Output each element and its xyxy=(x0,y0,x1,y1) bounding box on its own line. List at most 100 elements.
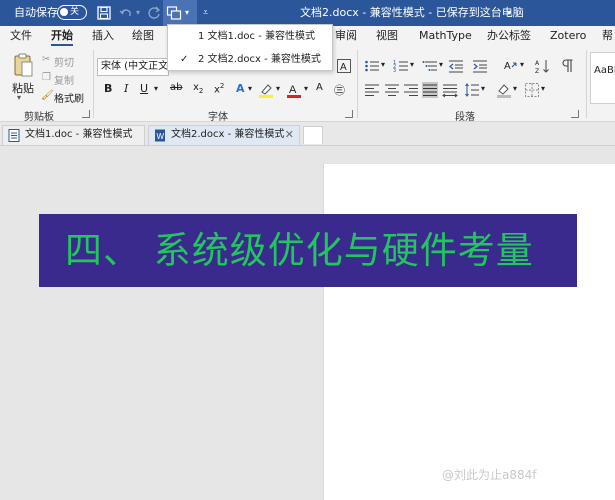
highlight-dropdown-icon[interactable]: ▾ xyxy=(276,84,280,93)
text-effects-dropdown-icon[interactable]: ▾ xyxy=(248,84,252,93)
font-color-icon[interactable]: A xyxy=(286,82,302,98)
svg-text:A: A xyxy=(535,60,540,67)
numbering-dropdown-icon[interactable]: ▾ xyxy=(410,60,414,69)
align-right-icon[interactable] xyxy=(403,82,419,98)
autosave-toggle[interactable]: 关 xyxy=(57,5,87,20)
strikethrough-button[interactable]: ab xyxy=(170,82,182,93)
borders-dropdown-icon[interactable]: ▾ xyxy=(541,84,545,93)
show-marks-icon[interactable] xyxy=(559,58,575,74)
line-spacing-icon[interactable] xyxy=(464,82,480,98)
superscript-button[interactable]: x2 xyxy=(214,82,224,95)
underline-button[interactable]: U xyxy=(140,82,148,95)
tab-office-tab[interactable]: 办公标签 xyxy=(487,28,531,46)
doc-tab-1[interactable]: 文档1.doc - 兼容性模式 xyxy=(2,125,145,145)
decrease-indent-icon[interactable] xyxy=(448,58,464,74)
distributed-icon[interactable] xyxy=(442,82,458,98)
underline-dropdown-icon[interactable]: ▾ xyxy=(154,84,158,93)
document-title: 文档2.docx - 兼容性模式 - 已保存到这台电脑 xyxy=(300,6,524,19)
format-painter-button[interactable]: 格式刷 xyxy=(54,90,84,105)
chinese-layout-dropdown-icon[interactable]: ▾ xyxy=(520,60,524,69)
clipboard-paste-icon[interactable] xyxy=(12,52,34,78)
bullets-dropdown-icon[interactable]: ▾ xyxy=(381,60,385,69)
paste-dropdown-icon[interactable]: ▾ xyxy=(17,93,21,102)
bullets-icon[interactable] xyxy=(364,58,380,74)
sort-icon[interactable]: AZ xyxy=(535,58,551,75)
tab-draw[interactable]: 绘图 xyxy=(132,28,154,46)
new-tab-button[interactable] xyxy=(303,126,323,144)
style-preview-label: AaBb xyxy=(594,65,615,76)
copy-button[interactable]: 复制 xyxy=(54,72,74,87)
font-dialog-launcher-icon[interactable] xyxy=(345,110,353,118)
title-bar: 自动保存 关 ▾ ▾ ⩡ 文档2.docx - 兼容性模式 - 已保存到这台电脑… xyxy=(0,0,615,26)
undo-dropdown-icon[interactable]: ▾ xyxy=(136,0,140,26)
word-doc-icon xyxy=(8,129,20,142)
tab-insert[interactable]: 插入 xyxy=(92,28,114,46)
increase-indent-icon[interactable] xyxy=(472,58,488,74)
document-area xyxy=(0,146,615,500)
styles-gallery[interactable]: AaBb xyxy=(590,52,615,104)
autosave-label: 自动保存 xyxy=(14,6,58,19)
toggle-knob xyxy=(60,8,68,16)
align-center-icon[interactable] xyxy=(384,82,400,98)
font-name-input[interactable]: 宋体 (中文正文) xyxy=(97,58,169,76)
paragraph-group-label: 段落 xyxy=(455,112,475,123)
shading-icon[interactable] xyxy=(496,82,512,98)
doc-tab-2[interactable]: W 文档2.docx - 兼容性模式 ✕ xyxy=(148,125,300,145)
tab-file[interactable]: 文件 xyxy=(10,28,32,46)
close-tab-icon[interactable]: ✕ xyxy=(285,126,294,144)
switch-windows-button[interactable]: ▾ xyxy=(163,0,197,26)
switch-windows-menu: 1 文档1.doc - 兼容性模式 ✓ 2 文档2.docx - 兼容性模式 xyxy=(167,24,333,71)
text-effects-icon[interactable]: A xyxy=(236,82,245,95)
subscript-button[interactable]: x2 xyxy=(193,82,203,95)
tab-mathtype[interactable]: MathType xyxy=(419,28,472,46)
svg-text:3: 3 xyxy=(393,68,396,74)
shading-dropdown-icon[interactable]: ▾ xyxy=(513,84,517,93)
tab-zotero[interactable]: Zotero xyxy=(550,28,586,46)
tab-home[interactable]: 开始 xyxy=(51,28,73,46)
char-border-icon[interactable]: A xyxy=(336,58,352,74)
tab-review[interactable]: 审阅 xyxy=(335,28,357,46)
word-doc-icon: W xyxy=(154,129,166,142)
group-divider xyxy=(586,50,587,118)
undo-icon[interactable] xyxy=(118,5,134,21)
chinese-layout-icon[interactable]: A xyxy=(503,58,519,74)
tab-help[interactable]: 帮 xyxy=(602,28,613,46)
align-left-icon[interactable] xyxy=(364,82,380,98)
paste-button[interactable]: 粘贴 xyxy=(12,80,34,96)
font-group-label: 字体 xyxy=(208,112,228,123)
group-divider xyxy=(357,50,358,118)
multilevel-list-icon[interactable] xyxy=(422,58,438,74)
menu-item-label: 2 文档2.docx - 兼容性模式 xyxy=(198,54,321,65)
document-heading: 四、 系统级优化与硬件考量 xyxy=(65,229,534,272)
customize-qat-icon[interactable]: ⩡ xyxy=(203,0,208,26)
bold-button[interactable]: B xyxy=(104,82,112,95)
copy-icon: ❐ xyxy=(42,72,51,83)
borders-icon[interactable] xyxy=(524,82,540,98)
title-chevron-icon[interactable]: ▾ xyxy=(507,0,511,26)
save-icon[interactable] xyxy=(96,5,112,21)
menu-item-window-2[interactable]: ✓ 2 文档2.docx - 兼容性模式 xyxy=(168,49,332,71)
cut-button[interactable]: 剪切 xyxy=(54,54,74,69)
autosave-state: 关 xyxy=(70,7,80,17)
enclose-char-icon[interactable]: ㊂ xyxy=(334,82,345,98)
doc-tab-label: 文档1.doc - 兼容性模式 xyxy=(25,129,133,140)
multilevel-dropdown-icon[interactable]: ▾ xyxy=(439,60,443,69)
clipboard-dialog-launcher-icon[interactable] xyxy=(82,110,90,118)
paragraph-dialog-launcher-icon[interactable] xyxy=(571,110,579,118)
menu-item-label: 1 文档1.doc - 兼容性模式 xyxy=(198,31,316,42)
tab-view[interactable]: 视图 xyxy=(376,28,398,46)
line-spacing-dropdown-icon[interactable]: ▾ xyxy=(481,84,485,93)
svg-text:A: A xyxy=(504,61,511,72)
menu-item-window-1[interactable]: 1 文档1.doc - 兼容性模式 xyxy=(168,26,332,48)
doc-tab-label: 文档2.docx - 兼容性模式 xyxy=(171,129,285,140)
switch-windows-icon xyxy=(166,5,182,21)
char-shading-button[interactable]: A xyxy=(316,82,323,93)
numbering-icon[interactable]: 123 xyxy=(393,58,409,74)
highlight-icon[interactable] xyxy=(258,82,274,98)
format-painter-icon: 🖌 xyxy=(41,90,54,101)
checkmark-icon: ✓ xyxy=(180,54,189,65)
italic-button[interactable]: I xyxy=(124,82,128,95)
font-color-dropdown-icon[interactable]: ▾ xyxy=(304,84,308,93)
justify-icon[interactable] xyxy=(422,82,438,98)
redo-icon[interactable] xyxy=(146,5,162,21)
